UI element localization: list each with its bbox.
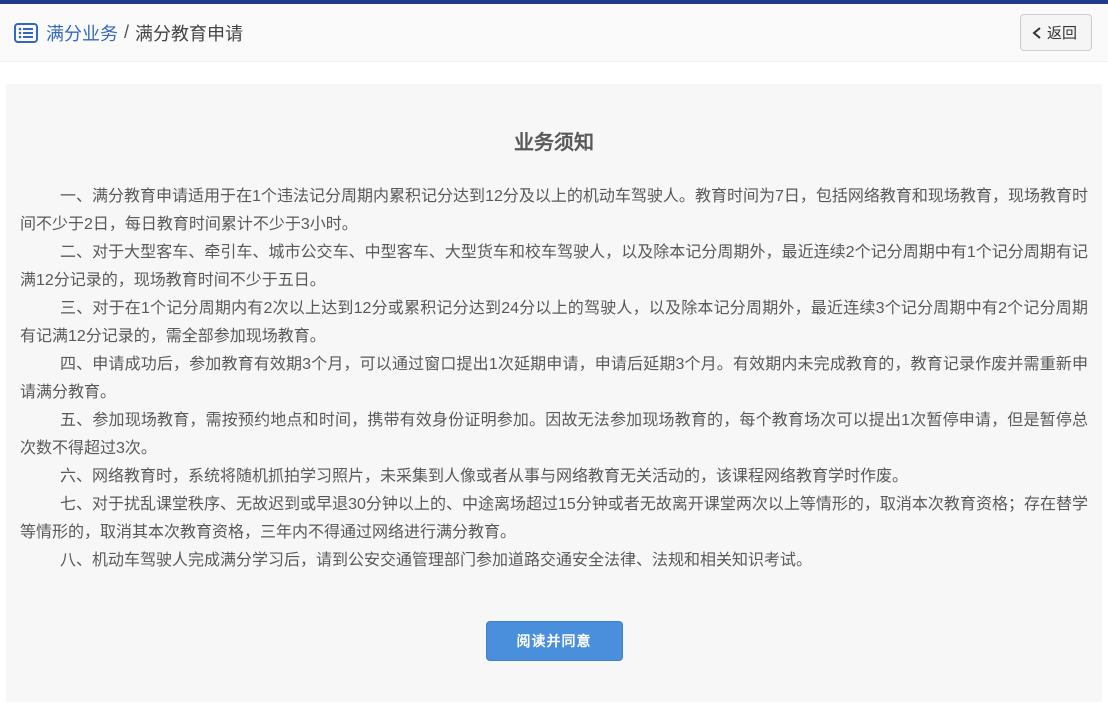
notice-card: 业务须知 一、满分教育申请适用于在1个违法记分周期内累积记分达到12分及以上的机…: [6, 84, 1102, 702]
list-icon: [14, 23, 38, 43]
notice-paragraph-7: 七、对于扰乱课堂秩序、无故迟到或早退30分钟以上的、中途离场超过15分钟或者无故…: [20, 491, 1088, 547]
notice-paragraph-1: 一、满分教育申请适用于在1个违法记分周期内累积记分达到12分及以上的机动车驾驶人…: [20, 183, 1088, 239]
notice-paragraph-6: 六、网络教育时，系统将随机抓拍学习照片，未采集到人像或者从事与网络教育无关活动的…: [20, 463, 1088, 491]
notice-paragraph-3: 三、对于在1个记分周期内有2次以上达到12分或累积记分达到24分以上的驾驶人，以…: [20, 295, 1088, 351]
notice-paragraph-8: 八、机动车驾驶人完成满分学习后，请到公安交通管理部门参加道路交通安全法律、法规和…: [20, 547, 1088, 575]
notice-paragraph-5: 五、参加现场教育，需按预约地点和时间，携带有效身份证明参加。因故无法参加现场教育…: [20, 407, 1088, 463]
notice-paragraph-4: 四、申请成功后，参加教育有效期3个月，可以通过窗口提出1次延期申请，申请后延期3…: [20, 351, 1088, 407]
agree-button[interactable]: 阅读并同意: [486, 621, 623, 661]
notice-paragraph-2: 二、对于大型客车、牵引车、城市公交车、中型客车、大型货车和校车驾驶人，以及除本记…: [20, 239, 1088, 295]
page-header: 满分业务 / 满分教育申请 返回: [0, 4, 1108, 62]
breadcrumb: 满分业务 / 满分教育申请: [14, 20, 243, 46]
back-button[interactable]: 返回: [1020, 14, 1092, 51]
notice-title: 业务须知: [20, 126, 1088, 155]
breadcrumb-separator: /: [124, 22, 129, 43]
back-button-label: 返回: [1047, 22, 1077, 43]
breadcrumb-current: 满分教育申请: [135, 20, 243, 46]
breadcrumb-root-link[interactable]: 满分业务: [46, 20, 118, 46]
agree-button-container: 阅读并同意: [20, 621, 1088, 661]
notice-body: 一、满分教育申请适用于在1个违法记分周期内累积记分达到12分及以上的机动车驾驶人…: [20, 183, 1088, 575]
chevron-left-icon: [1032, 27, 1042, 39]
